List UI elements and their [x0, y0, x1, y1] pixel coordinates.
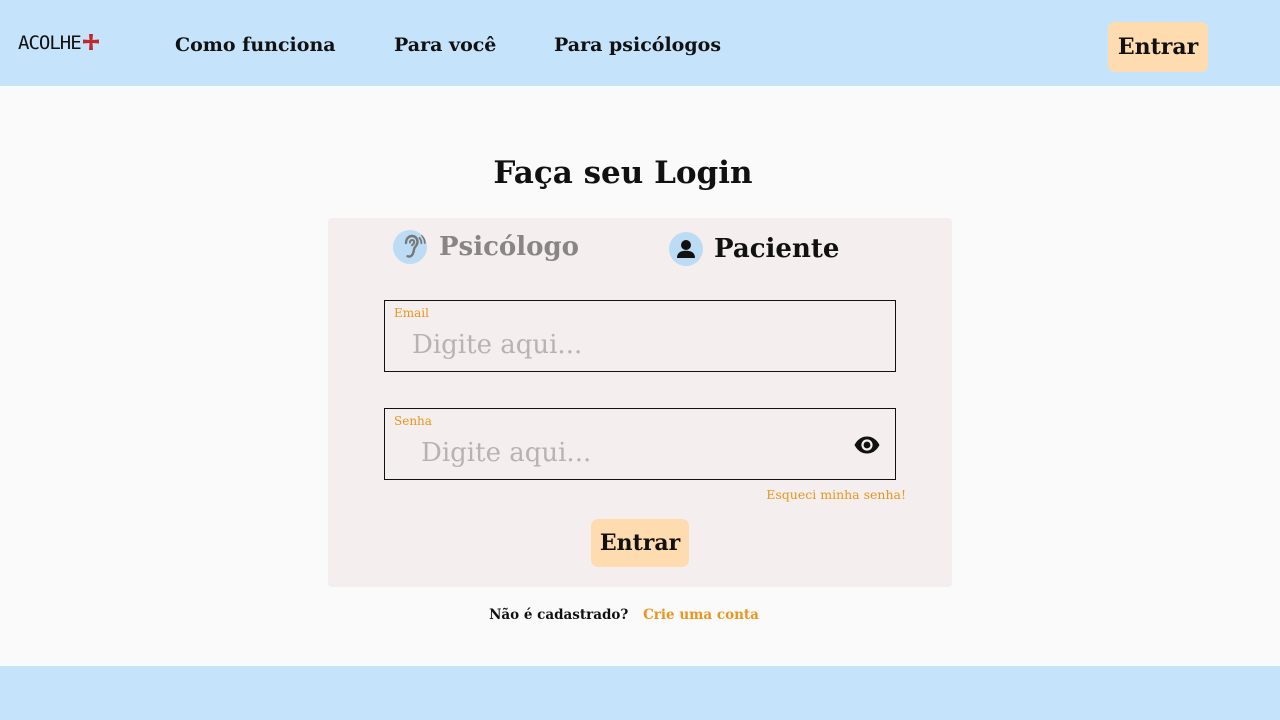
create-account-link[interactable]: Crie uma conta	[643, 607, 759, 623]
nav-para-voce[interactable]: Para você	[394, 34, 496, 56]
tab-paciente-label: Paciente	[714, 234, 840, 264]
login-submit-button[interactable]: Entrar	[591, 519, 689, 567]
page-title: Faça seu Login	[493, 155, 753, 191]
user-icon	[669, 232, 703, 266]
email-field: Email	[384, 300, 896, 372]
footer	[0, 666, 1280, 720]
eye-icon[interactable]	[853, 434, 881, 456]
logo-text: ACOLHE	[18, 32, 82, 54]
signup-question: Não é cadastrado?	[489, 607, 629, 623]
password-input[interactable]	[385, 431, 895, 475]
acolhe-logo[interactable]: ACOLHE	[18, 32, 100, 54]
logo-plus-icon	[82, 34, 99, 50]
password-label: Senha	[394, 414, 432, 428]
header-login-button[interactable]: Entrar	[1108, 22, 1208, 72]
tab-psicologo[interactable]: Psicólogo	[393, 230, 579, 264]
login-card: Psicólogo Paciente Email Senha Esqueci m…	[328, 218, 952, 587]
password-field: Senha	[384, 408, 896, 480]
forgot-password-link[interactable]: Esqueci minha senha!	[766, 487, 906, 502]
email-label: Email	[394, 306, 429, 320]
tab-paciente[interactable]: Paciente	[669, 232, 839, 266]
signup-prompt: Não é cadastrado? Crie uma conta	[0, 607, 1248, 623]
top-navbar: ACOLHE Como funciona Para você Para psic…	[0, 0, 1280, 86]
email-input[interactable]	[385, 323, 895, 367]
ear-icon	[393, 230, 427, 264]
nav-como-funciona[interactable]: Como funciona	[175, 34, 336, 56]
nav-para-psicologos[interactable]: Para psicólogos	[554, 34, 721, 56]
tab-psicologo-label: Psicólogo	[439, 232, 579, 262]
